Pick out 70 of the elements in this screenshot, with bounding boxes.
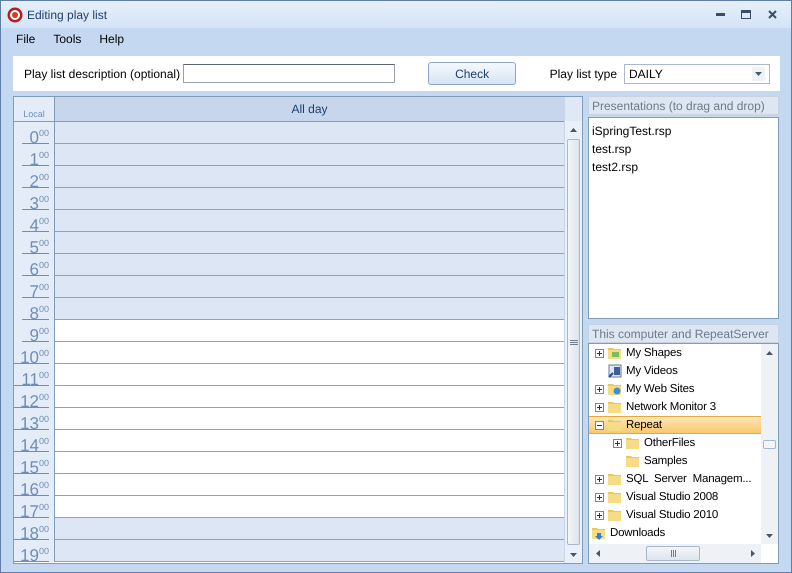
time-slot[interactable]	[55, 232, 564, 254]
left-arrow-icon	[596, 550, 600, 557]
type-dropdown[interactable]: DAILY	[624, 64, 770, 84]
window-title: Editing play list	[27, 8, 108, 22]
expand-icon[interactable]	[595, 348, 604, 358]
maximize-icon	[741, 10, 751, 19]
minimize-icon	[716, 13, 724, 16]
description-label: Play list description (optional)	[24, 66, 180, 80]
folder-icon	[625, 453, 641, 469]
up-arrow-icon	[766, 350, 773, 354]
column-header: All day	[55, 97, 564, 121]
up-arrow-icon	[570, 128, 577, 132]
menu-item[interactable]: File	[7, 32, 44, 46]
tree-item[interactable]: My Shapes	[589, 344, 761, 362]
scrollbar-thumb[interactable]	[567, 139, 580, 545]
menu-item[interactable]: Tools	[44, 32, 90, 46]
tree-item[interactable]: My Web Sites	[589, 380, 761, 398]
presentation-item[interactable]: iSpringTest.rsp	[592, 123, 672, 139]
menu-item[interactable]: Help	[90, 32, 134, 46]
close-icon	[768, 10, 776, 19]
collapse-icon[interactable]	[595, 420, 604, 430]
time-zone-label: Local	[14, 97, 55, 121]
folder-icon	[607, 489, 623, 505]
tree-item[interactable]: Samples	[589, 452, 761, 470]
time-slot[interactable]	[55, 210, 564, 232]
folder-icon	[607, 345, 623, 361]
tree-item[interactable]: Network Monitor 3	[589, 398, 761, 416]
folder-icon	[607, 417, 623, 433]
folder-icon	[625, 435, 641, 451]
scrollbar-thumb[interactable]	[646, 546, 700, 561]
expand-icon[interactable]	[613, 438, 622, 448]
tree-item[interactable]: Repeat	[589, 416, 761, 434]
folder-icon	[607, 471, 623, 487]
time-slot[interactable]	[55, 144, 564, 166]
presentation-item[interactable]: test.rsp	[592, 141, 632, 157]
folder-icon	[607, 381, 623, 397]
tree-item[interactable]: Visual Studio 2008	[589, 488, 761, 506]
presentations-header: Presentations (to drag and drop)	[588, 96, 779, 115]
presentation-item[interactable]: test2.rsp	[592, 159, 638, 175]
app-logo-icon	[7, 6, 23, 22]
tree-header: This computer and RepeatServer	[588, 324, 779, 343]
expand-icon[interactable]	[595, 492, 604, 502]
time-slot[interactable]	[55, 254, 564, 276]
tree-item[interactable]: My Videos	[589, 362, 761, 380]
tree-item[interactable]: Visual Studio 2010	[589, 506, 761, 524]
hour-label: 19$^{00}$	[14, 540, 49, 562]
video-icon	[607, 363, 623, 379]
down-arrow-icon	[570, 552, 577, 556]
time-slot[interactable]	[55, 518, 564, 540]
download-folder-icon	[591, 525, 607, 541]
tree-item[interactable]: OtherFiles	[589, 434, 761, 452]
time-slot[interactable]	[55, 276, 564, 298]
right-arrow-icon	[750, 550, 754, 557]
scrollbar-thumb[interactable]	[763, 440, 776, 448]
tree-item[interactable]: Downloads	[589, 524, 761, 542]
check-button[interactable]: Check	[428, 62, 516, 85]
expand-icon[interactable]	[595, 384, 604, 394]
expand-icon[interactable]	[595, 474, 604, 484]
time-slot[interactable]	[55, 166, 564, 188]
down-arrow-icon	[755, 72, 762, 76]
expand-icon[interactable]	[595, 510, 604, 520]
expand-icon[interactable]	[595, 402, 604, 412]
time-slot[interactable]	[55, 298, 564, 320]
down-arrow-icon	[766, 534, 773, 538]
description-field[interactable]	[183, 64, 396, 83]
type-label: Play list type	[550, 66, 617, 80]
folder-icon	[607, 507, 623, 523]
tree-item[interactable]: SQL Server Managem...	[589, 470, 761, 488]
folder-icon	[607, 399, 623, 415]
time-slot[interactable]	[55, 188, 564, 210]
